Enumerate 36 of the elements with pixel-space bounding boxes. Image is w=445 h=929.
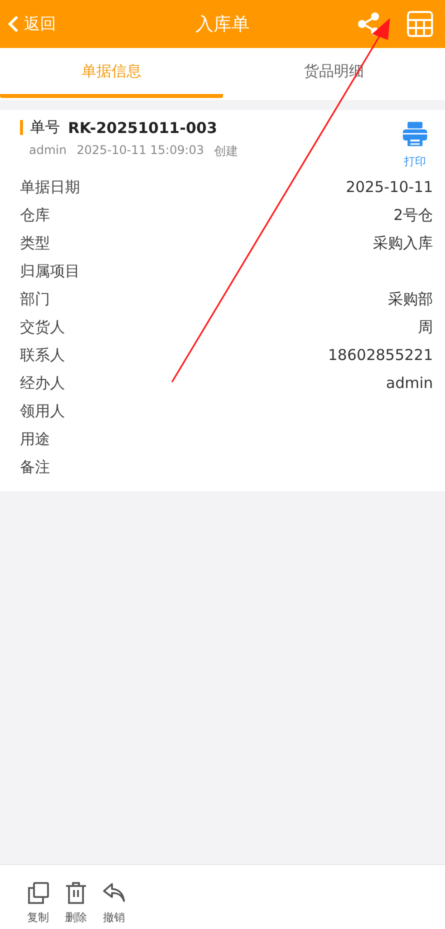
field-value: 2号仓: [393, 206, 433, 224]
delete-button[interactable]: 删除: [64, 865, 88, 929]
field-label: 仓库: [20, 206, 50, 224]
copy-button[interactable]: 复制: [26, 865, 50, 929]
table-icon[interactable]: [407, 11, 433, 37]
undo-button[interactable]: 撤销: [102, 865, 126, 929]
share-icon[interactable]: [357, 12, 381, 36]
field-label: 类型: [20, 234, 50, 252]
field-label: 归属项目: [20, 262, 80, 280]
trash-icon: [64, 881, 88, 905]
page-title: 入库单: [196, 13, 250, 36]
field-value: 2025-10-11: [346, 178, 433, 196]
field-value: 采购部: [388, 290, 433, 308]
creator: admin: [29, 143, 67, 159]
copy-icon: [26, 881, 50, 905]
field-value: admin: [386, 374, 433, 392]
field-label: 联系人: [20, 346, 65, 364]
document-number: RK-20251011-003: [68, 118, 218, 136]
field-label: 单据日期: [20, 178, 80, 196]
created-time: 2025-10-11 15:09:03: [76, 143, 204, 159]
number-label: 单号: [30, 118, 60, 137]
accent-bar: [20, 120, 23, 135]
created-action: 创建: [214, 143, 238, 160]
field-label: 经办人: [20, 374, 65, 392]
field-label: 用途: [20, 430, 50, 448]
field-label: 领用人: [20, 402, 65, 420]
undo-icon: [102, 881, 126, 905]
print-button[interactable]: 打印: [401, 120, 429, 169]
field-value: 采购入库: [373, 234, 433, 252]
field-label: 交货人: [20, 318, 65, 336]
field-label: 备注: [20, 458, 50, 476]
field-label: 部门: [20, 290, 50, 308]
printer-icon: [401, 120, 429, 148]
field-value: 18602855221: [328, 346, 433, 364]
field-value: 周: [418, 318, 433, 336]
back-chevron-icon: [8, 15, 19, 33]
